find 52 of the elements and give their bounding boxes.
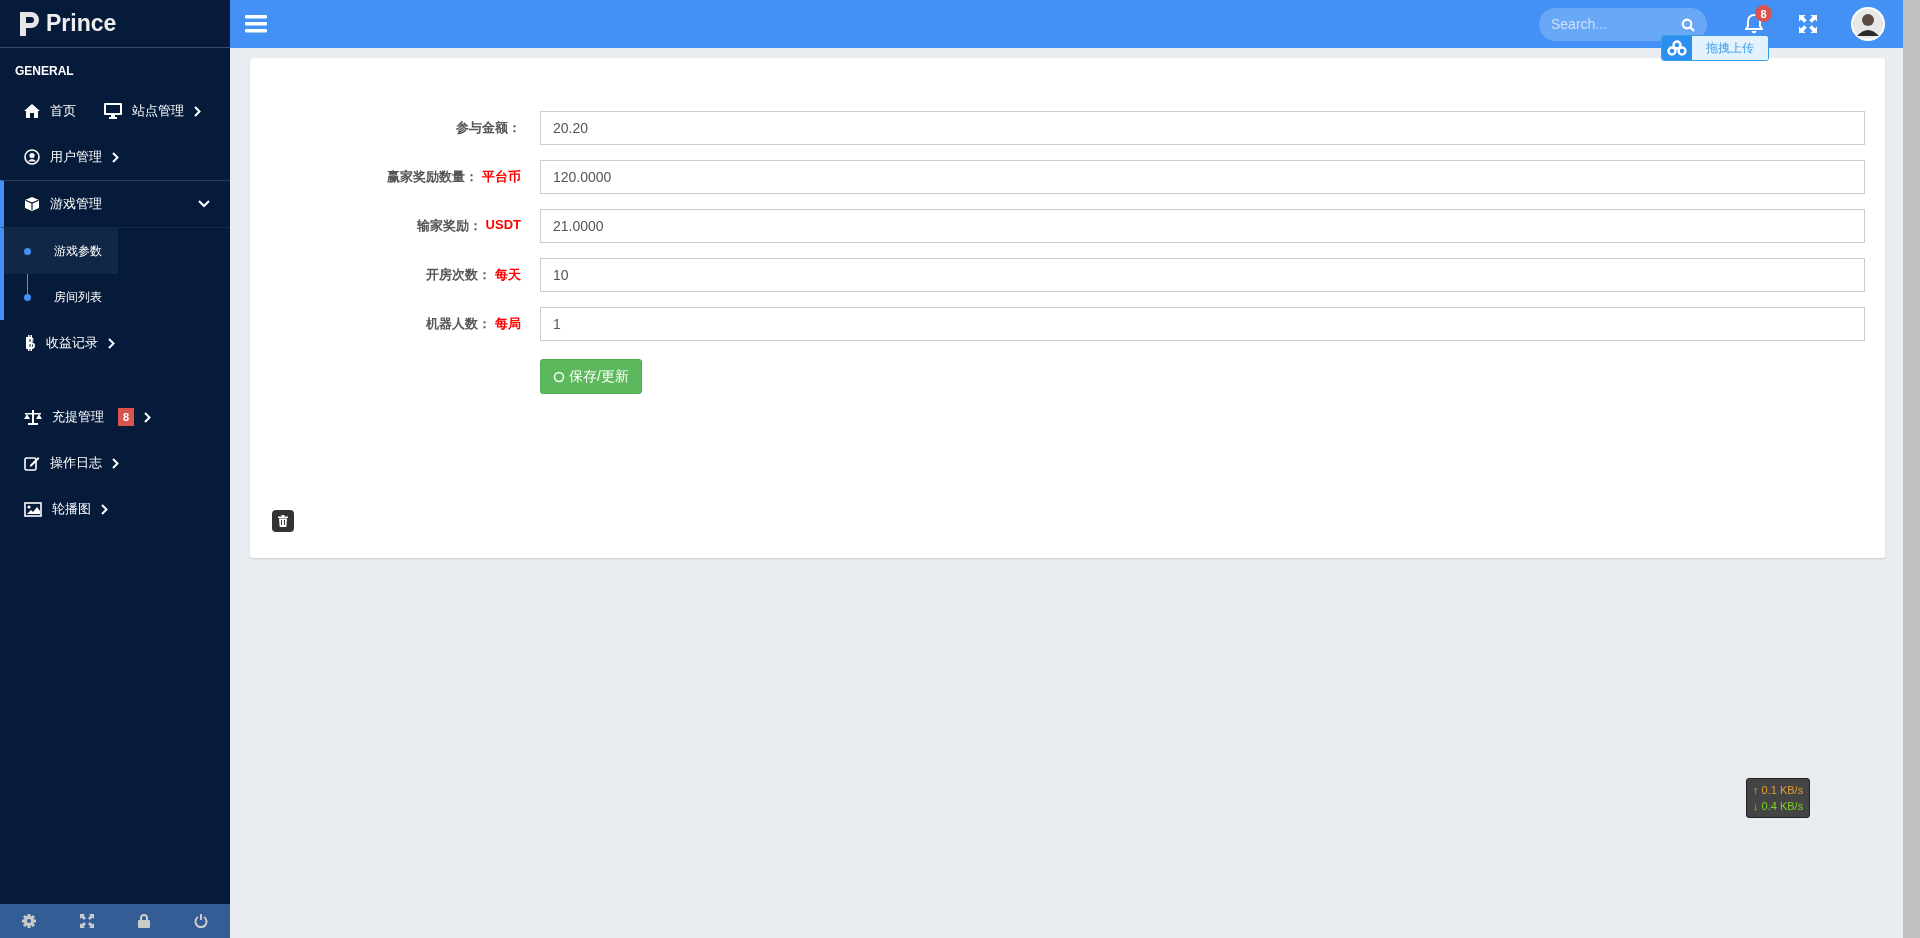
submenu-item[interactable]: 游戏参数 (4, 228, 118, 274)
home-icon (24, 104, 40, 118)
lock-icon[interactable] (138, 914, 150, 928)
settings-icon[interactable] (22, 914, 36, 928)
delete-button[interactable] (272, 510, 294, 532)
bell-icon[interactable] (1745, 14, 1763, 34)
sidebar-item[interactable]: 充提管理 8 (24, 408, 152, 426)
section-heading: GENERAL (14, 63, 75, 80)
sidebar-item[interactable]: 首页 (24, 102, 76, 120)
sidebar-item[interactable]: 用户管理 (24, 148, 119, 166)
search-field[interactable]: Search... (1539, 7, 1707, 41)
field-label: 机器人数： (426, 315, 491, 333)
field-label: 开房次数： (426, 266, 491, 284)
input-field[interactable]: 20.20 (540, 111, 1865, 145)
field-label: 参与金额： (456, 119, 521, 137)
trash-icon (278, 515, 288, 527)
input-field[interactable]: 1 (540, 307, 1865, 341)
count-badge: 8 (118, 408, 135, 426)
input-field[interactable]: 21.0000 (540, 209, 1865, 243)
scrollbar[interactable] (1903, 0, 1920, 938)
bitcoin-icon (24, 335, 36, 351)
sidebar-item[interactable]: 站点管理 (104, 102, 201, 120)
search-icon (1681, 17, 1695, 32)
user-icon (24, 149, 40, 165)
unit-label: 平台币 (482, 168, 521, 186)
unit-label: 每天 (495, 266, 521, 284)
fullscreen-icon[interactable] (80, 914, 94, 928)
edit-icon (24, 455, 40, 471)
logo-icon (20, 9, 40, 38)
input-field[interactable]: 120.0000 (540, 160, 1865, 194)
image-icon (24, 501, 42, 517)
upload-speed: ↑ 0.1 KB/s (1753, 783, 1804, 798)
field-label: 赢家奖励数量： (387, 168, 478, 186)
cloud-icon (1667, 40, 1687, 56)
submenu-item[interactable]: 房间列表 (4, 274, 118, 320)
field-label: 输家奖励： (416, 217, 482, 235)
brand-name: Prince (46, 10, 117, 37)
power-icon[interactable] (194, 914, 208, 928)
unit-label: USDT (485, 217, 521, 234)
unit-label: 每局 (495, 315, 521, 333)
notification-badge: 8 (1755, 5, 1772, 22)
monitor-icon (104, 103, 122, 119)
download-speed: ↓ 0.4 KB/s (1753, 799, 1804, 814)
fullscreen-icon[interactable] (1799, 15, 1817, 33)
sidebar-item[interactable]: 轮播图 (24, 500, 108, 518)
input-field[interactable]: 10 (540, 258, 1865, 292)
scale-icon (24, 409, 42, 425)
sidebar-item[interactable]: 收益记录 (24, 334, 115, 352)
menu-icon[interactable] (245, 15, 267, 33)
avatar[interactable] (1851, 7, 1885, 41)
sidebar-item[interactable]: 操作日志 (24, 454, 119, 472)
cube-icon (24, 196, 40, 212)
